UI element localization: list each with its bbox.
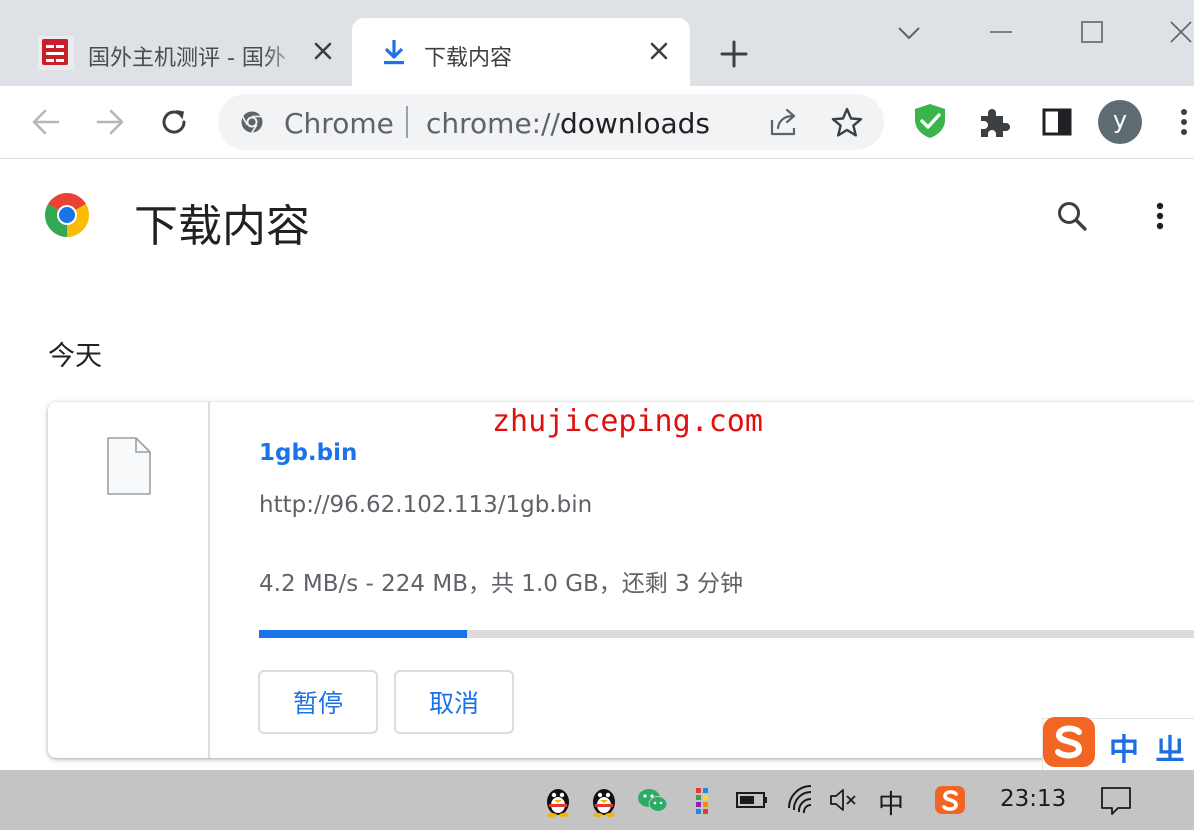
qq-penguin-icon[interactable]: [588, 782, 620, 818]
url-text[interactable]: chrome://downloads: [426, 107, 710, 140]
wifi-icon[interactable]: [786, 782, 818, 818]
system-clock[interactable]: 23:13: [1000, 786, 1066, 812]
download-progress-bar: [259, 630, 1194, 638]
notification-center-icon[interactable]: [1098, 782, 1134, 818]
pause-button[interactable]: 暂停: [258, 670, 378, 734]
download-status-text: 4.2 MB/s - 224 MB，共 1.0 GB，还剩 3 分钟: [259, 571, 744, 597]
download-source-url[interactable]: http://96.62.102.113/1gb.bin: [259, 492, 592, 518]
colorful-grid-icon[interactable]: [690, 782, 722, 818]
section-date-header: 今天: [48, 341, 102, 372]
side-panel-icon[interactable]: [1040, 106, 1074, 138]
tab-active[interactable]: 下载内容: [352, 18, 690, 86]
tab-title: 国外主机测评 - 国外: [88, 46, 286, 71]
browser-toolbar: Chrome chrome://downloads: [0, 86, 1194, 159]
site-logo-icon: [38, 36, 74, 70]
download-arrow-icon: [382, 38, 406, 66]
tab-title: 下载内容: [424, 46, 513, 71]
wechat-icon[interactable]: [636, 782, 668, 818]
download-item-card: 1gb.bin http://96.62.102.113/1gb.bin 4.2…: [48, 402, 1194, 758]
back-arrow-icon[interactable]: [26, 102, 66, 142]
qq-penguin-icon[interactable]: [542, 782, 574, 818]
close-window-icon[interactable]: [1162, 16, 1194, 50]
share-icon[interactable]: [766, 106, 802, 138]
profile-avatar[interactable]: y: [1098, 100, 1142, 144]
reload-icon[interactable]: [154, 102, 194, 142]
search-icon[interactable]: [1052, 196, 1092, 236]
chrome-logo-icon: [240, 110, 264, 134]
cancel-button[interactable]: 取消: [394, 670, 514, 734]
tab-search-chevron-icon[interactable]: [892, 16, 926, 50]
ime-punctuation-toggle[interactable]: ㄓ: [1155, 725, 1185, 769]
sogou-tray-icon[interactable]: [934, 782, 966, 818]
ime-language-toggle[interactable]: 中: [1109, 725, 1139, 769]
omnibox-divider: [406, 106, 408, 138]
chrome-logo-icon: [44, 192, 90, 238]
ime-mode-indicator[interactable]: 中: [878, 784, 904, 821]
omnibox-chip-label: Chrome: [284, 107, 394, 140]
ime-toolbar[interactable]: 中 ㄓ: [1041, 715, 1194, 772]
file-icon: [104, 436, 152, 496]
omnibox[interactable]: Chrome chrome://downloads: [218, 94, 884, 150]
bookmark-star-icon[interactable]: [830, 106, 864, 138]
battery-icon[interactable]: [734, 782, 770, 818]
windows-taskbar: 中 23:13: [0, 770, 1194, 830]
volume-muted-icon[interactable]: [828, 782, 860, 818]
minimize-icon[interactable]: [984, 16, 1018, 50]
tab-strip: 国外主机测评 - 国外 下载内容: [0, 0, 1194, 86]
url-host: downloads: [559, 107, 710, 140]
card-divider: [208, 402, 210, 758]
more-options-icon[interactable]: [1148, 196, 1172, 236]
adblock-shield-icon[interactable]: [912, 102, 948, 140]
watermark-text: zhujiceping.com: [492, 404, 763, 439]
new-tab-icon[interactable]: [716, 36, 752, 72]
tab-inactive[interactable]: 国外主机测评 - 国外: [0, 18, 352, 86]
forward-arrow-icon[interactable]: [90, 102, 130, 142]
sogou-logo-icon[interactable]: [1041, 715, 1099, 771]
page-title: 下载内容: [134, 201, 310, 252]
url-scheme: chrome://: [426, 107, 560, 140]
extensions-puzzle-icon[interactable]: [976, 104, 1012, 140]
close-icon[interactable]: [646, 38, 672, 64]
download-progress-fill: [259, 630, 467, 638]
maximize-icon[interactable]: [1074, 16, 1108, 50]
download-filename-link[interactable]: 1gb.bin: [259, 440, 357, 466]
close-icon[interactable]: [310, 38, 336, 64]
browser-menu-icon[interactable]: [1174, 104, 1194, 140]
